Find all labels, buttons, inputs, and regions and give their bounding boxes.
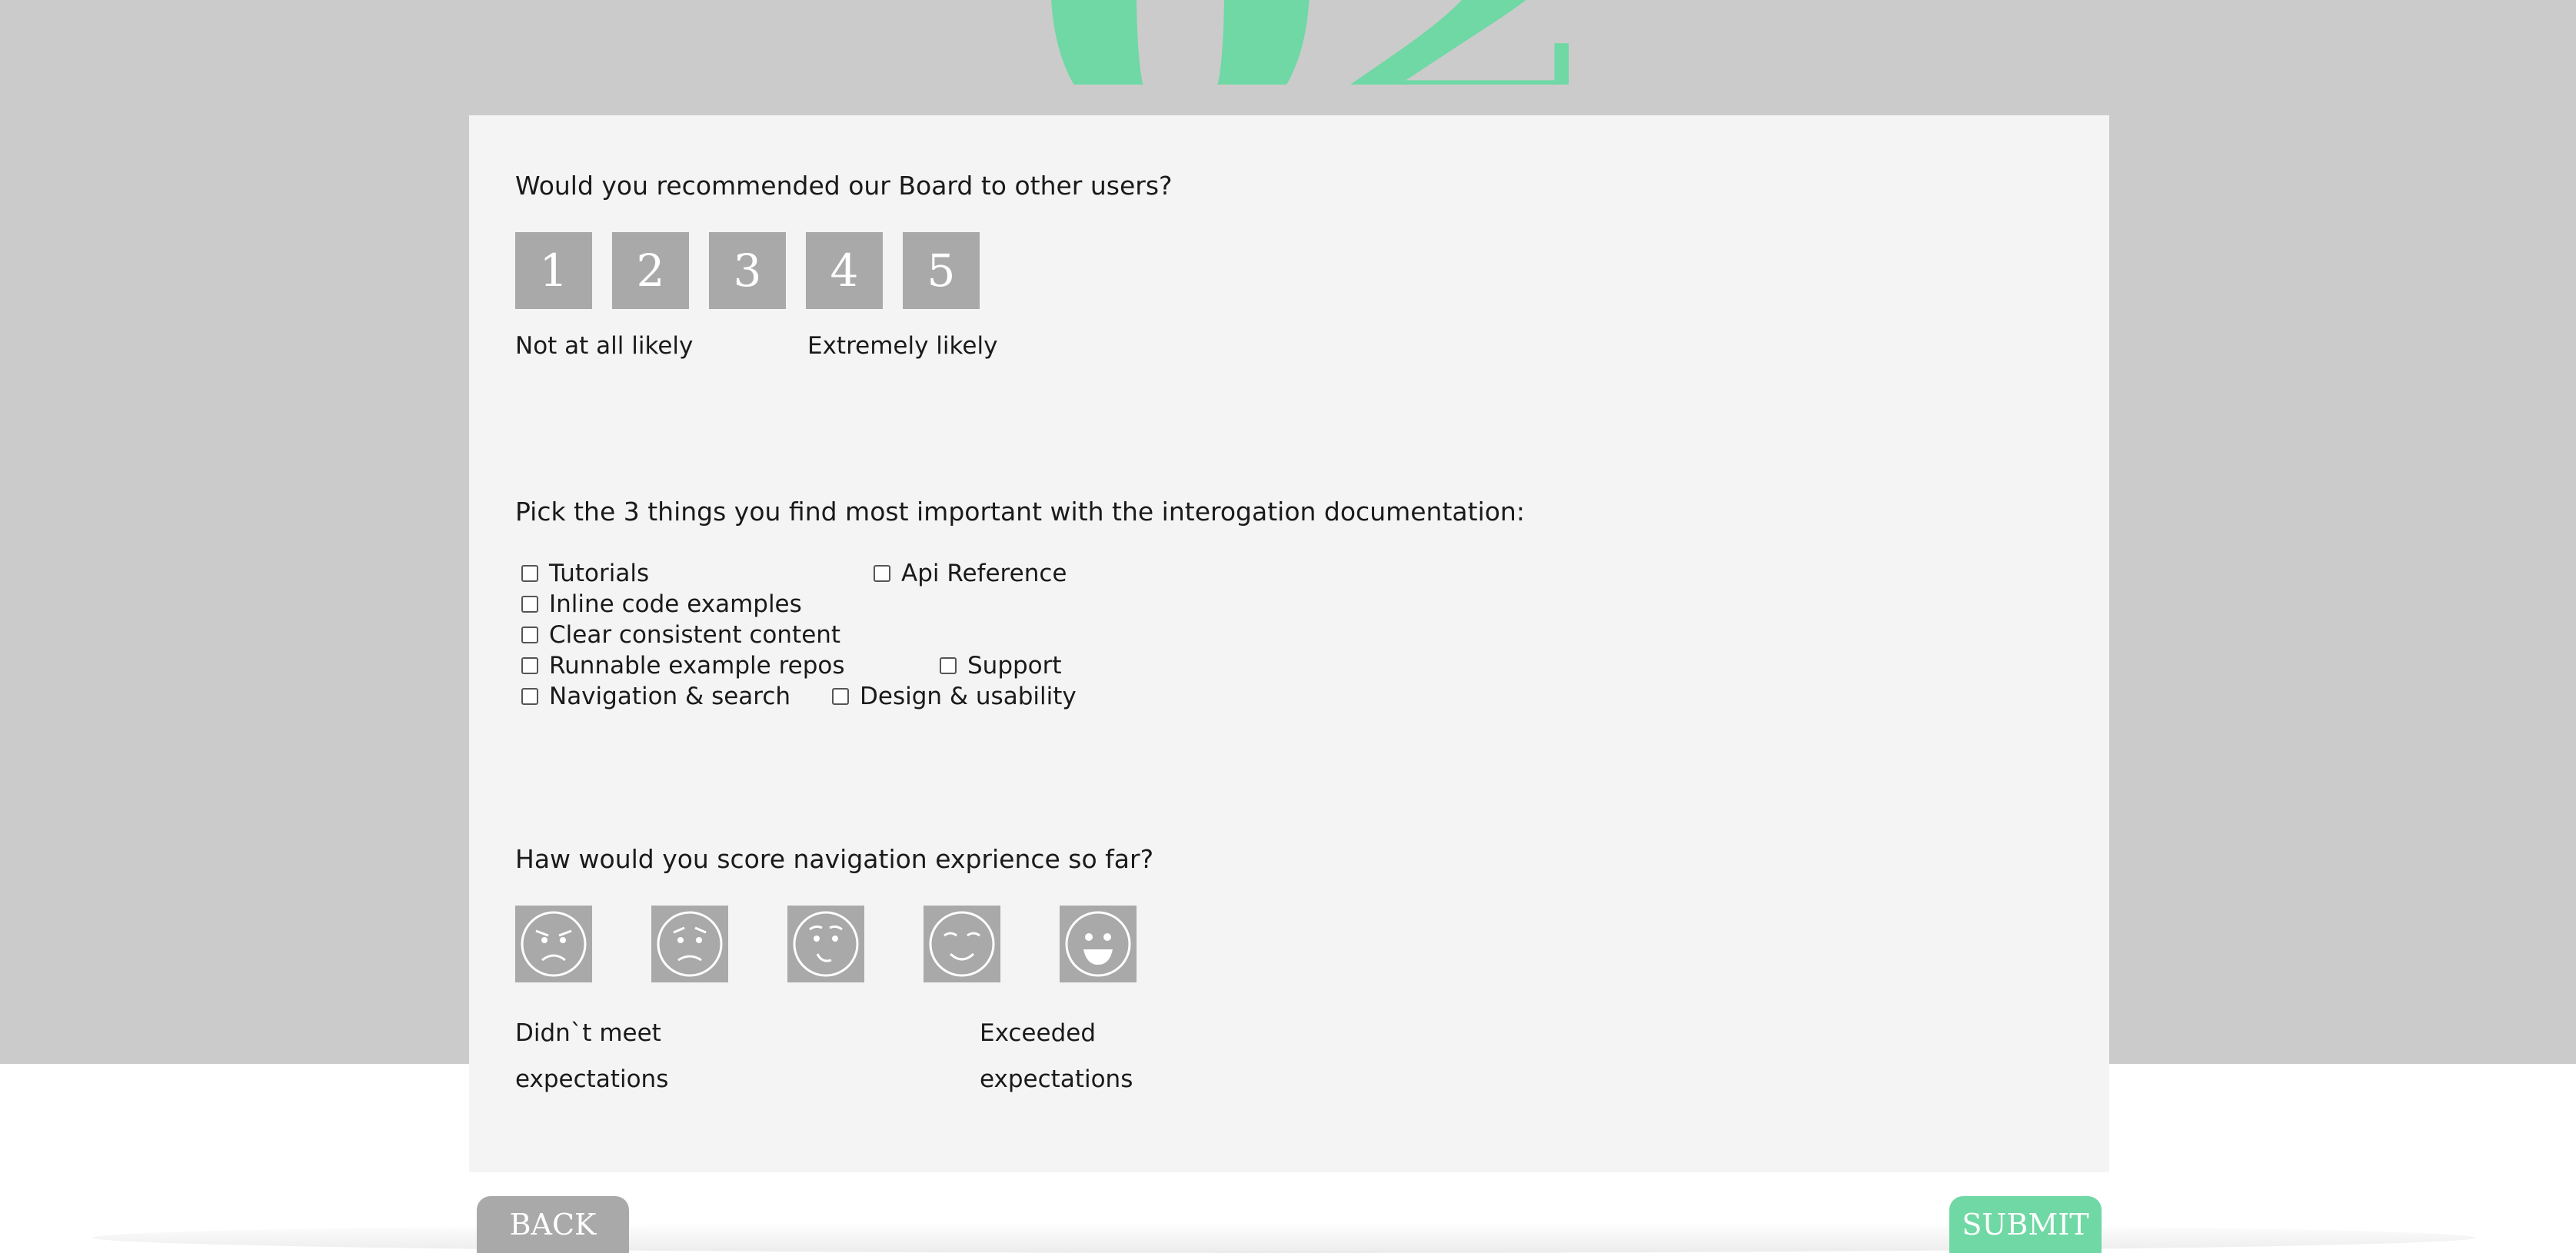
option-inline-code[interactable]: Inline code examples — [521, 590, 802, 618]
rating-option-1[interactable]: 1 — [515, 232, 592, 309]
option-label: Runnable example repos — [549, 652, 845, 680]
checkbox[interactable] — [521, 596, 538, 613]
face-option-2[interactable] — [651, 906, 728, 982]
face-option-4[interactable] — [924, 906, 1000, 982]
option-label: Api Reference — [901, 560, 1067, 587]
content-face-icon — [929, 911, 995, 977]
step-number: 02 — [1030, 0, 1569, 85]
option-label: Clear consistent content — [549, 621, 841, 649]
checkbox[interactable] — [521, 626, 538, 643]
option-tutorials[interactable]: Tutorials — [521, 560, 649, 587]
face-option-3[interactable] — [787, 906, 864, 982]
rating-label-low: Not at all likely — [515, 332, 694, 360]
question-important-things: Pick the 3 things you find most importan… — [515, 497, 1525, 527]
face-label-high-line1: Exceeded — [980, 1019, 1097, 1047]
happy-face-icon — [1065, 911, 1131, 977]
checkbox[interactable] — [832, 688, 849, 705]
checkbox[interactable] — [874, 565, 890, 582]
option-navigation-search[interactable]: Navigation & search — [521, 683, 790, 710]
option-design-usability[interactable]: Design & usability — [832, 683, 1077, 710]
face-option-5[interactable] — [1060, 906, 1137, 982]
submit-button[interactable]: SUBMIT — [1949, 1196, 2102, 1253]
footer-shadow — [92, 1222, 2476, 1253]
survey-card: Would you recommended our Board to other… — [469, 115, 2109, 1172]
rating-label-high: Extremely likely — [807, 332, 998, 360]
face-option-1[interactable] — [515, 906, 592, 982]
option-label: Tutorials — [549, 560, 650, 587]
checkbox[interactable] — [521, 565, 538, 582]
checkbox[interactable] — [521, 657, 538, 674]
checkbox[interactable] — [940, 657, 957, 674]
option-label: Inline code examples — [549, 590, 802, 618]
option-label: Navigation & search — [549, 683, 791, 710]
worried-face-icon — [657, 911, 723, 977]
question-recommend: Would you recommended our Board to other… — [515, 171, 1173, 201]
rating-option-2[interactable]: 2 — [612, 232, 689, 309]
checkbox[interactable] — [521, 688, 538, 705]
back-button[interactable]: BACK — [477, 1196, 629, 1253]
rating-option-5[interactable]: 5 — [903, 232, 980, 309]
angry-face-icon — [521, 911, 587, 977]
option-support[interactable]: Support — [940, 652, 1062, 680]
rating-option-4[interactable]: 4 — [806, 232, 883, 309]
face-rating-scale — [515, 906, 1137, 982]
face-label-low-line2: expectations — [515, 1065, 669, 1093]
option-clear-content[interactable]: Clear consistent content — [521, 621, 840, 649]
question-navigation-score: Haw would you score navigation exprience… — [515, 844, 1154, 874]
option-label: Support — [967, 652, 1062, 680]
face-label-low-line1: Didn`t meet — [515, 1019, 661, 1047]
option-label: Design & usability — [860, 683, 1077, 710]
option-runnable-repos[interactable]: Runnable example repos — [521, 652, 845, 680]
option-api-reference[interactable]: Api Reference — [874, 560, 1067, 587]
rating-scale: 1 2 3 4 5 — [515, 232, 980, 309]
rating-option-3[interactable]: 3 — [709, 232, 786, 309]
face-label-high-line2: expectations — [980, 1065, 1133, 1093]
neutral-face-icon — [793, 911, 859, 977]
